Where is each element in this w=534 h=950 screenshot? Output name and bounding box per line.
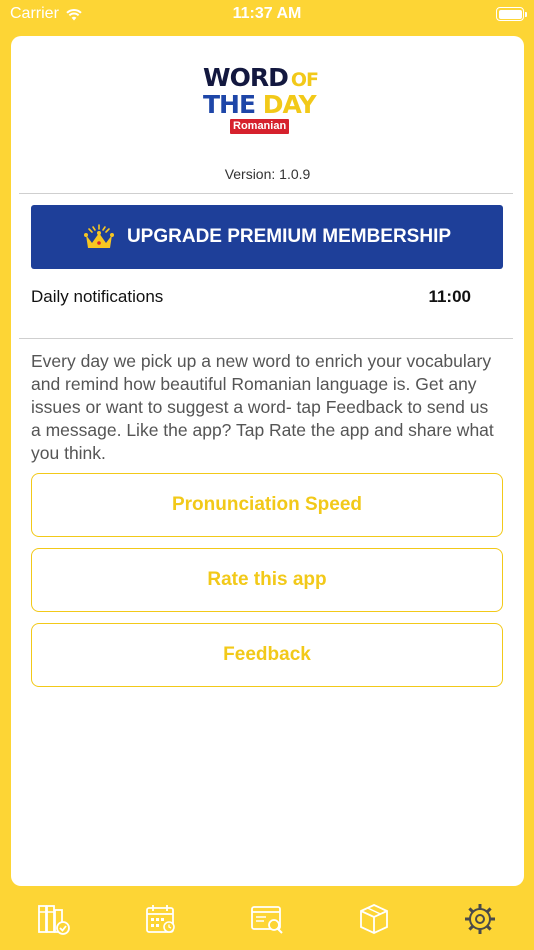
word-of-the-day-logo: WORD OF THE DAY Romanian — [201, 62, 336, 138]
books-icon[interactable] — [37, 902, 71, 936]
logo-language-badge: Romanian — [230, 119, 290, 134]
tab-bar — [0, 890, 534, 950]
logo-word: WORD — [203, 63, 289, 92]
gear-icon[interactable] — [463, 902, 497, 936]
app-description: Every day we pick up a new word to enric… — [31, 351, 494, 463]
logo-of: OF — [290, 69, 319, 91]
settings-card: WORD OF THE DAY Romanian Version: 1.0.9 U… — [11, 36, 524, 886]
crown-icon — [83, 224, 114, 248]
divider — [19, 338, 513, 339]
logo-day: DAY — [262, 90, 317, 119]
logo-the: THE — [203, 90, 256, 119]
box-icon[interactable] — [357, 902, 391, 936]
upgrade-premium-label: UPGRADE PREMIUM MEMBERSHIP — [126, 226, 452, 247]
daily-notifications-label: Daily notifications — [31, 287, 164, 306]
status-bar: Carrier 11:37 AM — [0, 0, 534, 30]
browser-search-icon[interactable] — [250, 902, 284, 936]
notification-time[interactable]: 11:00 — [428, 287, 471, 307]
status-time: 11:37 AM — [232, 5, 302, 22]
rate-app-button[interactable]: Rate this app — [31, 548, 503, 612]
battery-icon — [496, 7, 527, 21]
calendar-icon[interactable] — [144, 902, 178, 936]
divider — [19, 193, 513, 194]
version-label: Version: 1.0.9 — [224, 166, 311, 182]
pronunciation-speed-button[interactable]: Pronunciation Speed — [31, 473, 503, 537]
upgrade-premium-button[interactable]: UPGRADE PREMIUM MEMBERSHIP — [31, 205, 503, 269]
feedback-button[interactable]: Feedback — [31, 623, 503, 687]
